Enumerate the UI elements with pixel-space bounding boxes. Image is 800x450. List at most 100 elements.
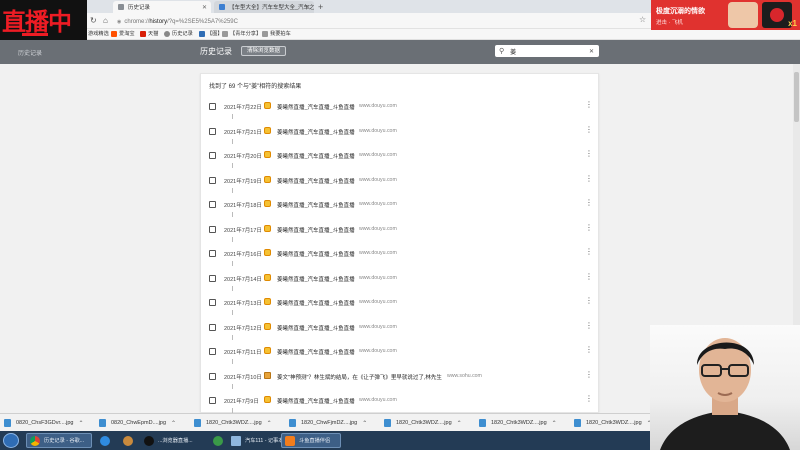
chevron-up-icon[interactable]: ⌃	[457, 420, 462, 427]
download-item[interactable]: 0820_ChwEpmD....jpg ⌃	[99, 417, 176, 429]
row-title-link[interactable]: 姜曦然直播_汽车直播_斗鱼直播	[277, 226, 355, 234]
history-row[interactable]: 2021年7月18日 姜曦然直播_汽车直播_斗鱼直播 www.douyu.com ⋮	[201, 193, 598, 217]
download-item[interactable]: 1820_Chtk3WDZ....jpg⌃	[384, 417, 462, 429]
history-row[interactable]: 2021年7月14日 姜曦然直播_汽车直播_斗鱼直播 www.douyu.com ⋮	[201, 267, 598, 291]
close-icon[interactable]: ✕	[202, 4, 207, 11]
image-file-icon	[4, 419, 11, 427]
history-row[interactable]: 2021年7月9日 姜曦然直播_汽车直播_斗鱼直播 www.douyu.com ⋮	[201, 389, 598, 413]
history-row[interactable]: 2021年7月16日 姜曦然直播_汽车直播_斗鱼直播 www.douyu.com ⋮	[201, 242, 598, 266]
address-bar[interactable]: ◉ chrome://history/?q=%2SE5%25A7%259C	[117, 16, 647, 27]
row-checkbox[interactable]	[209, 176, 216, 184]
download-item[interactable]: 0820_ChsF3GDvr....jpg ⌃	[4, 417, 84, 429]
bookmark-item[interactable]: 爱淘宝	[111, 30, 135, 37]
row-title-link[interactable]: 姜曦然直播_汽车直播_斗鱼直播	[277, 128, 355, 136]
row-title-link[interactable]: 姜曦然直播_汽车直播_斗鱼直播	[277, 324, 355, 332]
row-checkbox[interactable]	[209, 323, 216, 331]
clear-browsing-data-button[interactable]: 清除浏览数据	[241, 46, 287, 56]
row-checkbox[interactable]	[209, 299, 216, 306]
row-checkbox[interactable]	[209, 348, 216, 355]
more-actions-icon[interactable]: ⋮	[585, 125, 593, 134]
clear-search-icon[interactable]: ✕	[589, 48, 594, 55]
bookmark-item[interactable]: 游戏精选	[88, 30, 109, 37]
row-checkbox[interactable]	[209, 152, 216, 159]
row-title-link[interactable]: 姜曦然直播_汽车直播_斗鱼直播	[277, 299, 355, 307]
more-actions-icon[interactable]: ⋮	[585, 150, 593, 158]
more-actions-icon[interactable]: ⋮	[585, 346, 593, 354]
bookmark-item[interactable]: 历史记录	[164, 30, 193, 37]
row-title-link[interactable]: 姜曦然直播_汽车直播_斗鱼直播	[277, 152, 355, 160]
tab-history[interactable]: 历史记录 ✕	[113, 1, 211, 13]
history-row[interactable]: 2021年7月19日 姜曦然直播_汽车直播_斗鱼直播 www.douyu.com ⋮	[201, 169, 598, 193]
history-row[interactable]: 2021年7月13日 姜曦然直播_汽车直播_斗鱼直播 www.douyu.com ⋮	[201, 291, 598, 315]
more-actions-icon[interactable]: ⋮	[585, 272, 593, 281]
promo-banner[interactable]: 极度沉溺的情欲 进击 · 飞机 x1	[651, 0, 800, 30]
chevron-up-icon[interactable]: ⌃	[267, 420, 272, 427]
bookmark-item[interactable]: 【青年分享】	[222, 30, 261, 37]
timeline-tick	[232, 383, 233, 389]
chevron-up-icon[interactable]: ⌃	[171, 420, 176, 427]
history-row[interactable]: 2021年7月21日 姜曦然直播_汽车直播_斗鱼直播 www.douyu.com ⋮	[201, 120, 598, 144]
live-stream-logo: 直播中	[0, 0, 87, 40]
taskbar-item-app[interactable]	[120, 433, 136, 448]
row-checkbox[interactable]	[209, 103, 216, 110]
bookmark-item[interactable]: 【图】	[199, 30, 223, 37]
more-actions-icon[interactable]: ⋮	[585, 248, 593, 256]
row-title-link[interactable]: 姜曦然直播_汽车直播_斗鱼直播	[277, 348, 355, 356]
row-checkbox[interactable]	[209, 250, 216, 257]
download-item[interactable]: 1820_Chtk3WDZ....jpg⌃	[479, 417, 557, 429]
taskbar-item-notepad[interactable]: 汽车111 - 记事本	[228, 433, 283, 448]
bookmark-star-icon[interactable]: ☆	[639, 15, 646, 24]
history-row[interactable]: 2021年7月20日 姜曦然直播_汽车直播_斗鱼直播 www.douyu.com ⋮	[201, 144, 598, 168]
row-checkbox[interactable]	[209, 274, 216, 282]
history-row[interactable]: 2021年7月10日 姜文"神预测"？林生斌的结局，在《让子弹飞》里早就说过了,林…	[201, 365, 598, 389]
more-actions-icon[interactable]: ⋮	[585, 321, 593, 330]
tab-car-models[interactable]: 【车型大全】汽车车型大全_汽车之 ✕	[214, 1, 314, 13]
more-actions-icon[interactable]: ⋮	[585, 174, 593, 183]
download-filename: 0820_ChwEpmD....jpg	[111, 420, 167, 426]
row-checkbox[interactable]	[209, 372, 216, 380]
download-item[interactable]: 1820_Chtk3WDZ....jpg⌃	[574, 417, 652, 429]
row-checkbox[interactable]	[209, 397, 216, 404]
download-item[interactable]: 1820_Chtk3WDZ....jpg⌃	[194, 417, 272, 429]
row-checkbox[interactable]	[209, 225, 216, 233]
close-icon[interactable]: ✕	[305, 4, 310, 11]
taskbar-item-app[interactable]	[210, 433, 226, 448]
chevron-up-icon[interactable]: ⌃	[362, 420, 367, 427]
row-title-link[interactable]: 姜曦然直播_汽车直播_斗鱼直播	[277, 250, 355, 258]
history-row[interactable]: 2021年7月22日 姜曦然直播_汽车直播_斗鱼直播 www.douyu.com ⋮	[201, 95, 598, 119]
taskbar-item-app[interactable]	[97, 433, 113, 448]
history-row[interactable]: 2021年7月17日 姜曦然直播_汽车直播_斗鱼直播 www.douyu.com ⋮	[201, 218, 598, 242]
bookmark-item[interactable]: 我要拍车	[262, 30, 291, 37]
reload-icon[interactable]: ↻	[90, 16, 97, 25]
row-title-link[interactable]: 姜文"神预测"？林生斌的结局，在《让子弹飞》里早就说过了,林先生	[277, 373, 442, 381]
taskbar-item-browser[interactable]: ...浏览器直播...	[141, 433, 207, 448]
more-actions-icon[interactable]: ⋮	[585, 395, 593, 403]
chevron-up-icon[interactable]: ⌃	[552, 420, 557, 427]
taskbar-item-douyu[interactable]: 斗鱼直播伴侣	[281, 433, 341, 448]
home-icon[interactable]: ⌂	[103, 16, 108, 25]
row-title-link[interactable]: 姜曦然直播_汽车直播_斗鱼直播	[277, 397, 355, 405]
notepad-icon	[231, 435, 241, 446]
history-row[interactable]: 2021年7月11日 姜曦然直播_汽车直播_斗鱼直播 www.douyu.com ⋮	[201, 340, 598, 364]
scrollbar-thumb[interactable]	[794, 72, 799, 122]
more-actions-icon[interactable]: ⋮	[585, 101, 593, 109]
windows-start-icon[interactable]	[3, 433, 19, 448]
more-actions-icon[interactable]: ⋮	[585, 223, 593, 232]
row-title-link[interactable]: 姜曦然直播_汽车直播_斗鱼直播	[277, 275, 355, 283]
bookmark-item[interactable]: 天猫	[140, 30, 158, 37]
row-title-link[interactable]: 姜曦然直播_汽车直播_斗鱼直播	[277, 103, 355, 111]
more-actions-icon[interactable]: ⋮	[585, 199, 593, 207]
download-item[interactable]: 1820_ChwFjmDZ....jpg ⌃	[289, 417, 367, 429]
timeline-tick	[232, 138, 233, 144]
row-checkbox[interactable]	[209, 201, 216, 208]
chevron-up-icon[interactable]: ⌃	[78, 420, 83, 427]
more-actions-icon[interactable]: ⋮	[585, 297, 593, 305]
more-actions-icon[interactable]: ⋮	[585, 370, 593, 379]
new-tab-button[interactable]: +	[318, 2, 323, 12]
row-title-link[interactable]: 姜曦然直播_汽车直播_斗鱼直播	[277, 201, 355, 209]
taskbar-item-chrome[interactable]: 历史记录 - 谷歌...	[26, 433, 92, 448]
history-row[interactable]: 2021年7月12日 姜曦然直播_汽车直播_斗鱼直播 www.douyu.com ⋮	[201, 316, 598, 340]
row-title-link[interactable]: 姜曦然直播_汽车直播_斗鱼直播	[277, 177, 355, 185]
row-checkbox[interactable]	[209, 127, 216, 135]
history-search-input[interactable]: ⚲ 姜 ✕	[495, 45, 599, 57]
